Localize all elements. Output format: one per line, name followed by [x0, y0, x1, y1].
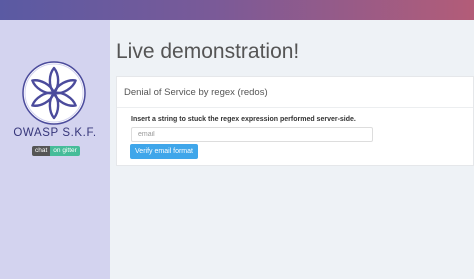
main-content: Live demonstration! Denial of Service by… [110, 20, 474, 279]
sidebar: OWASP S.K.F. chat on gitter [0, 20, 110, 279]
top-banner [0, 0, 474, 20]
chat-badge-right: on gitter [50, 146, 80, 156]
page-title: Live demonstration! [116, 40, 300, 63]
verify-email-button[interactable]: Verify email format [130, 144, 198, 159]
brand-name: OWASP S.K.F. [13, 127, 97, 139]
gitter-chat-badge[interactable]: chat on gitter [32, 146, 80, 156]
chat-badge-left: chat [32, 146, 51, 156]
flower-logo-icon [22, 61, 86, 125]
panel-heading: Denial of Service by regex (redos) [117, 77, 473, 108]
email-input[interactable] [131, 127, 373, 142]
instruction-label: Insert a string to stuck the regex expre… [131, 116, 356, 123]
